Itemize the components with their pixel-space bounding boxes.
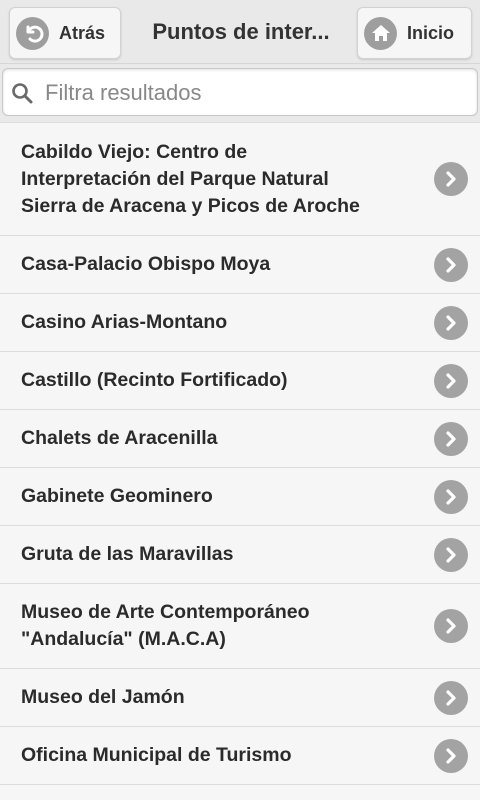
list-item-label: Gruta de las Maravillas (21, 543, 234, 565)
list-item[interactable]: Casino Arias-Montano (0, 294, 480, 352)
search-input[interactable] (43, 75, 467, 111)
list-item-label: Cabildo Viejo: Centro de Interpretación … (21, 140, 360, 217)
list-item-label: Gabinete Geominero (21, 485, 213, 507)
back-button[interactable]: Atrás (9, 7, 121, 59)
list-item[interactable]: Oficina Municipal de Turismo (0, 727, 480, 785)
list-item-label: Chalets de Aracenilla (21, 427, 218, 449)
chevron-right-icon (434, 363, 468, 398)
search-box[interactable] (2, 68, 478, 116)
chevron-right-icon (434, 479, 468, 514)
list-item-label: Castillo (Recinto Fortificado) (21, 369, 288, 391)
results-list: Cabildo Viejo: Centro de Interpretación … (0, 122, 480, 785)
list-item[interactable]: Casa-Palacio Obispo Moya (0, 236, 480, 294)
chevron-right-icon (434, 247, 468, 282)
back-label: Atrás (59, 22, 106, 43)
list-item[interactable]: Chalets de Aracenilla (0, 410, 480, 468)
home-button[interactable]: Inicio (357, 7, 472, 59)
list-item-label: Museo del Jamón (21, 686, 185, 708)
chevron-right-icon (434, 537, 468, 572)
list-item[interactable]: Cabildo Viejo: Centro de Interpretación … (0, 123, 480, 236)
chevron-right-icon (434, 162, 468, 196)
list-item-label: Casa-Palacio Obispo Moya (21, 253, 271, 275)
home-label: Inicio (407, 22, 455, 43)
chevron-right-icon (434, 421, 468, 456)
chevron-right-icon (434, 305, 468, 340)
list-item[interactable]: Gabinete Geominero (0, 468, 480, 526)
page-title: Puntos de inter... (152, 19, 330, 44)
chevron-right-icon (434, 680, 468, 715)
chevron-right-icon (434, 609, 468, 643)
search-icon (12, 83, 33, 104)
list-item-label: Oficina Municipal de Turismo (21, 744, 292, 766)
list-item[interactable]: Gruta de las Maravillas (0, 526, 480, 584)
list-item-label: Museo de Arte Contemporáneo "Andalucía" … (21, 601, 310, 650)
header-bar: Atrás Puntos de inter... Inicio (0, 0, 480, 64)
home-icon (364, 16, 397, 50)
chevron-right-icon (434, 738, 468, 773)
back-arrow-icon (16, 16, 49, 50)
list-item-label: Casino Arias-Montano (21, 311, 228, 333)
list-item[interactable]: Museo del Jamón (0, 669, 480, 727)
search-bar (0, 64, 480, 122)
list-item[interactable]: Museo de Arte Contemporáneo "Andalucía" … (0, 584, 480, 669)
list-item[interactable]: Castillo (Recinto Fortificado) (0, 352, 480, 410)
